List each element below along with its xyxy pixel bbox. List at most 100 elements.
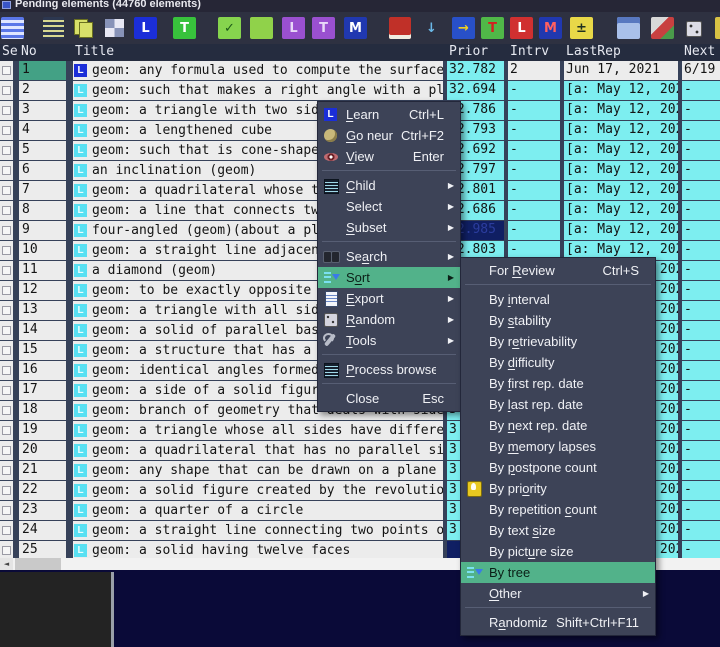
row-select-cell[interactable]	[0, 121, 13, 140]
row-checkbox[interactable]	[2, 406, 11, 415]
row-number-cell[interactable]: 21	[19, 461, 66, 480]
menu-item-by-last-rep-date[interactable]: By last rep. date	[461, 394, 655, 415]
menu-item-other[interactable]: Other ▶	[461, 583, 655, 604]
row-interval-cell[interactable]: -	[508, 201, 560, 220]
row-interval-cell[interactable]: -	[508, 181, 560, 200]
title-bar[interactable]: Pending elements (44760 elements)	[0, 0, 720, 12]
row-interval-cell[interactable]: -	[508, 81, 560, 100]
row-next-cell[interactable]: -	[682, 101, 720, 120]
header-next[interactable]: Next	[682, 44, 720, 61]
book-icon[interactable]	[389, 17, 411, 39]
element-l-icon[interactable]: L	[134, 17, 157, 39]
row-checkbox[interactable]	[2, 466, 11, 475]
menu-item-by-stability[interactable]: By stability	[461, 310, 655, 331]
row-checkbox[interactable]	[2, 186, 11, 195]
menu-item-by-next-rep-date[interactable]: By next rep. date	[461, 415, 655, 436]
header-intrv[interactable]: Intrv	[508, 44, 560, 61]
row-checkbox[interactable]	[2, 326, 11, 335]
row-select-cell[interactable]	[0, 481, 13, 500]
row-select-cell[interactable]	[0, 201, 13, 220]
row-select-cell[interactable]	[0, 61, 13, 80]
row-number-cell[interactable]: 15	[19, 341, 66, 360]
row-checkbox[interactable]	[2, 66, 11, 75]
check-icon[interactable]: ✓	[218, 17, 241, 39]
menu-item-by-difficulty[interactable]: By difficulty	[461, 352, 655, 373]
menu-item-randomize[interactable]: Randomize Shift+Ctrl+F11	[461, 612, 655, 633]
menu-item-select[interactable]: Select ▶	[318, 196, 460, 217]
row-select-cell[interactable]	[0, 521, 13, 540]
row-checkbox[interactable]	[2, 346, 11, 355]
header-no[interactable]: No	[19, 44, 66, 61]
menu-item-by-repetition-count[interactable]: By repetition count	[461, 499, 655, 520]
row-checkbox[interactable]	[2, 386, 11, 395]
menu-item-by-priority[interactable]: By priority	[461, 478, 655, 499]
row-title-cell[interactable]: Lgeom: a straight line connecting two po…	[73, 521, 443, 540]
menu-item-view[interactable]: View Enter	[318, 146, 460, 167]
row-interval-cell[interactable]: -	[508, 121, 560, 140]
row-select-cell[interactable]	[0, 341, 13, 360]
row-number-cell[interactable]: 23	[19, 501, 66, 520]
row-select-cell[interactable]	[0, 541, 13, 558]
row-select-cell[interactable]	[0, 321, 13, 340]
row-title-cell[interactable]: Lgeom: any shape that can be drawn on a …	[73, 461, 443, 480]
menu-item-learn[interactable]: Learn Ctrl+L	[318, 104, 460, 125]
table-row[interactable]: 2 Lgeom: such that makes a right angle w…	[0, 81, 720, 100]
grid-view-icon[interactable]	[103, 17, 126, 39]
menu-item-child[interactable]: Child ▶	[318, 175, 460, 196]
row-next-cell[interactable]: -	[682, 341, 720, 360]
row-lastrep-cell[interactable]: [a: May 12, 202	[564, 181, 678, 200]
row-number-cell[interactable]: 25	[19, 541, 66, 558]
row-select-cell[interactable]	[0, 401, 13, 420]
row-checkbox[interactable]	[2, 446, 11, 455]
row-interval-cell[interactable]: -	[508, 221, 560, 240]
row-next-cell[interactable]: -	[682, 421, 720, 440]
copy-elements-icon[interactable]	[72, 17, 95, 39]
row-number-cell[interactable]: 4	[19, 121, 66, 140]
menu-item-by-picture-size[interactable]: By picture size	[461, 541, 655, 562]
row-next-cell[interactable]: -	[682, 181, 720, 200]
row-checkbox[interactable]	[2, 426, 11, 435]
learn-l-icon[interactable]: L	[510, 17, 533, 39]
row-number-cell[interactable]: 5	[19, 141, 66, 160]
menu-item-by-memory-lapses[interactable]: By memory lapses	[461, 436, 655, 457]
add-item-icon[interactable]: +	[715, 17, 720, 39]
table-row[interactable]: 1 Lgeom: any formula used to compute the…	[0, 61, 720, 80]
dice-icon[interactable]	[683, 17, 706, 39]
row-checkbox[interactable]	[2, 246, 11, 255]
row-next-cell[interactable]: -	[682, 541, 720, 558]
row-number-cell[interactable]: 1	[19, 61, 66, 80]
menu-item-go-neural[interactable]: Go neural Ctrl+F2	[318, 125, 460, 146]
template-t-icon[interactable]: T	[481, 17, 504, 39]
row-number-cell[interactable]: 8	[19, 201, 66, 220]
row-number-cell[interactable]: 19	[19, 421, 66, 440]
menu-item-tools[interactable]: Tools ▶	[318, 330, 460, 351]
menu-item-export[interactable]: Export ▶	[318, 288, 460, 309]
row-checkbox[interactable]	[2, 126, 11, 135]
map-icon[interactable]	[651, 17, 674, 39]
menu-item-random[interactable]: Random ▶	[318, 309, 460, 330]
row-lastrep-cell[interactable]: [a: May 12, 202	[564, 201, 678, 220]
row-priority-cell[interactable]: 32.782	[447, 61, 504, 80]
row-lastrep-cell[interactable]: [a: May 12, 202	[564, 81, 678, 100]
row-number-cell[interactable]: 13	[19, 301, 66, 320]
row-select-cell[interactable]	[0, 501, 13, 520]
row-lastrep-cell[interactable]: [a: May 12, 202	[564, 141, 678, 160]
row-next-cell[interactable]: -	[682, 381, 720, 400]
row-number-cell[interactable]: 7	[19, 181, 66, 200]
row-number-cell[interactable]: 17	[19, 381, 66, 400]
row-number-cell[interactable]: 24	[19, 521, 66, 540]
item-icon[interactable]	[250, 17, 273, 39]
row-next-cell[interactable]: -	[682, 281, 720, 300]
header-prior[interactable]: Prior	[447, 44, 504, 61]
row-next-cell[interactable]: -	[682, 221, 720, 240]
menu-item-by-retrievability[interactable]: By retrievability	[461, 331, 655, 352]
row-select-cell[interactable]	[0, 261, 13, 280]
list-stripes-icon[interactable]	[1, 17, 24, 39]
row-select-cell[interactable]	[0, 101, 13, 120]
row-title-cell[interactable]: Lgeom: a solid having twelve faces	[73, 541, 443, 558]
row-number-cell[interactable]: 12	[19, 281, 66, 300]
header-title[interactable]: Title	[73, 44, 443, 61]
row-number-cell[interactable]: 9	[19, 221, 66, 240]
list-view-icon[interactable]	[43, 17, 64, 39]
menu-item-process-browser[interactable]: Process browser>	[318, 359, 460, 380]
